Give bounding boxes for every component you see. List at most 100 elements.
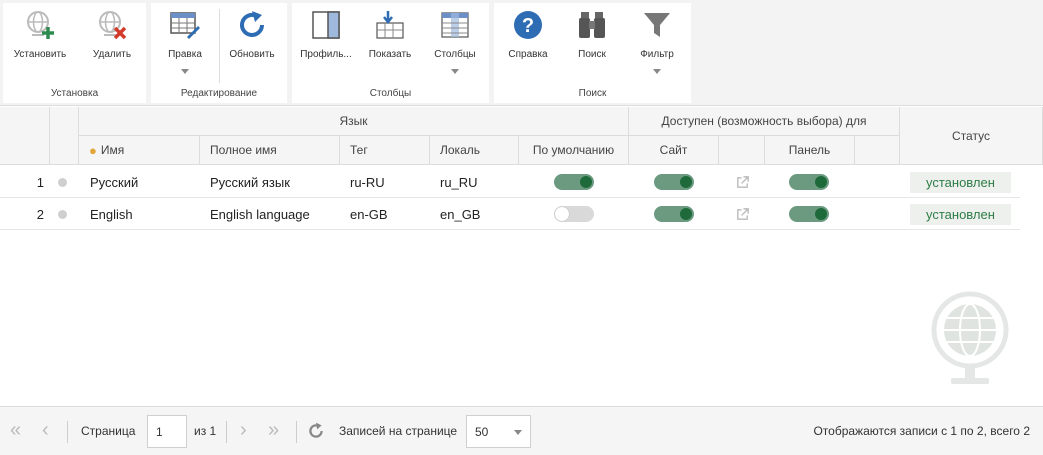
remove-label: Удалить <box>92 49 132 60</box>
edit-label: Правка <box>168 49 202 60</box>
page-input[interactable]: 1 <box>147 415 187 448</box>
ribbon-toolbar: Установить Удалить Установка Правка Обно… <box>0 0 1043 106</box>
row-indicator <box>58 198 67 230</box>
header-locale[interactable]: Локаль <box>430 136 519 165</box>
group-edit-label: Редактирование <box>180 88 258 99</box>
cell-status: установлен <box>910 166 1011 198</box>
last-page-icon[interactable]: » <box>268 419 279 442</box>
table-row[interactable]: 2 English English language en-GB en_GB у… <box>0 198 1020 230</box>
external-link-icon[interactable] <box>735 175 750 190</box>
cell-tag: ru-RU <box>350 174 385 190</box>
header-site[interactable]: Сайт <box>629 136 719 165</box>
panel-toggle[interactable] <box>789 206 829 222</box>
refresh-label: Обновить <box>229 49 275 60</box>
cell-tag: en-GB <box>350 206 388 222</box>
help-button[interactable]: ? Справка <box>495 3 561 87</box>
install-label: Установить <box>13 49 67 60</box>
cell-site-link <box>735 166 750 198</box>
per-page-value: 50 <box>475 424 489 439</box>
group-search: ? Справка Поиск Фильтр Поиск <box>494 3 691 103</box>
divider <box>226 421 227 443</box>
cell-panel <box>789 198 829 230</box>
header-tag[interactable]: Тег <box>340 136 430 165</box>
header-panel[interactable]: Панель <box>765 136 855 165</box>
search-label: Поиск <box>578 49 606 60</box>
show-columns-icon <box>376 11 404 39</box>
table-edit-icon <box>170 12 200 39</box>
chevron-down-icon <box>514 430 522 435</box>
panel-toggle[interactable] <box>789 174 829 190</box>
edit-dropdown-arrow[interactable] <box>181 69 189 74</box>
help-icon: ? <box>514 11 542 39</box>
default-toggle[interactable] <box>554 206 594 222</box>
site-toggle[interactable] <box>654 206 694 222</box>
filter-label: Фильтр <box>640 49 674 60</box>
comment-icon: ● <box>89 142 97 158</box>
header-name[interactable]: ● Имя <box>79 136 200 165</box>
cell-full-name: English language <box>210 206 310 222</box>
group-install: Установить Удалить Установка <box>3 3 146 103</box>
external-link-icon[interactable] <box>735 207 750 222</box>
cell-name: English <box>90 206 133 222</box>
cell-locale: en_GB <box>440 206 481 222</box>
filter-icon <box>644 13 670 37</box>
columns-button[interactable]: Столбцы <box>422 3 488 87</box>
header-rownum <box>0 107 50 165</box>
globe-watermark-icon <box>931 291 1009 384</box>
profile-panel-icon <box>312 11 340 39</box>
next-page-icon[interactable]: › <box>240 419 247 442</box>
show-label: Показать <box>368 49 412 60</box>
binoculars-icon <box>579 12 605 38</box>
header-panel-extra <box>855 136 900 165</box>
row-indicator <box>58 166 67 198</box>
show-button[interactable]: Показать <box>357 3 423 87</box>
default-toggle[interactable] <box>554 174 594 190</box>
site-toggle[interactable] <box>654 174 694 190</box>
cell-default <box>554 166 594 198</box>
search-button[interactable]: Поиск <box>559 3 625 87</box>
install-button[interactable]: Установить <box>7 3 73 87</box>
remove-button[interactable]: Удалить <box>79 3 145 87</box>
refresh-button[interactable]: Обновить <box>219 3 285 87</box>
refresh-icon[interactable] <box>307 422 325 440</box>
divider <box>67 421 68 443</box>
status-badge: установлен <box>910 203 1011 225</box>
table-row[interactable]: 1 Русский Русский язык ru-RU ru_RU устан… <box>0 166 1020 198</box>
group-columns-label: Столбцы <box>369 88 412 99</box>
cell-site <box>654 198 694 230</box>
header-group-language: Язык <box>79 107 629 136</box>
group-columns: Профиль... Показать Столбцы Столбцы <box>292 3 489 103</box>
cell-full-name: Русский язык <box>210 174 290 190</box>
page-count: из 1 <box>194 424 217 438</box>
status-dot <box>58 209 67 219</box>
cell-status: установлен <box>910 198 1011 230</box>
cell-site <box>654 166 694 198</box>
row-number: 1 <box>36 174 44 190</box>
edit-button[interactable]: Правка <box>152 3 218 87</box>
globe-add-icon <box>27 11 54 39</box>
per-page-label: Записей на странице <box>339 424 458 438</box>
columns-label: Столбцы <box>434 49 476 60</box>
group-install-label: Установка <box>50 88 99 99</box>
svg-text:?: ? <box>522 15 534 37</box>
filter-button[interactable]: Фильтр <box>624 3 690 87</box>
row-number: 2 <box>36 206 44 222</box>
help-label: Справка <box>508 49 548 60</box>
refresh-icon <box>240 11 264 37</box>
header-status[interactable]: Статус <box>900 107 1043 165</box>
header-default[interactable]: По умолчанию <box>519 136 629 165</box>
first-page-icon[interactable]: « <box>10 419 21 442</box>
columns-dropdown-arrow[interactable] <box>451 69 459 74</box>
header-full-name[interactable]: Полное имя <box>200 136 340 165</box>
header-site-link <box>719 136 765 165</box>
records-summary: Отображаются записи с 1 по 2, всего 2 <box>813 424 1030 438</box>
status-dot <box>58 177 67 187</box>
header-group-available: Доступен (возможность выбора) для <box>629 107 900 136</box>
prev-page-icon[interactable]: ‹ <box>42 419 49 442</box>
profile-button[interactable]: Профиль... <box>293 3 359 87</box>
per-page-select[interactable]: 50 <box>466 415 531 448</box>
pager: « ‹ Страница 1 из 1 › » Записей на стран… <box>0 406 1043 455</box>
filter-dropdown-arrow[interactable] <box>653 69 661 74</box>
cell-name: Русский <box>90 174 139 190</box>
profile-label: Профиль... <box>300 49 352 60</box>
